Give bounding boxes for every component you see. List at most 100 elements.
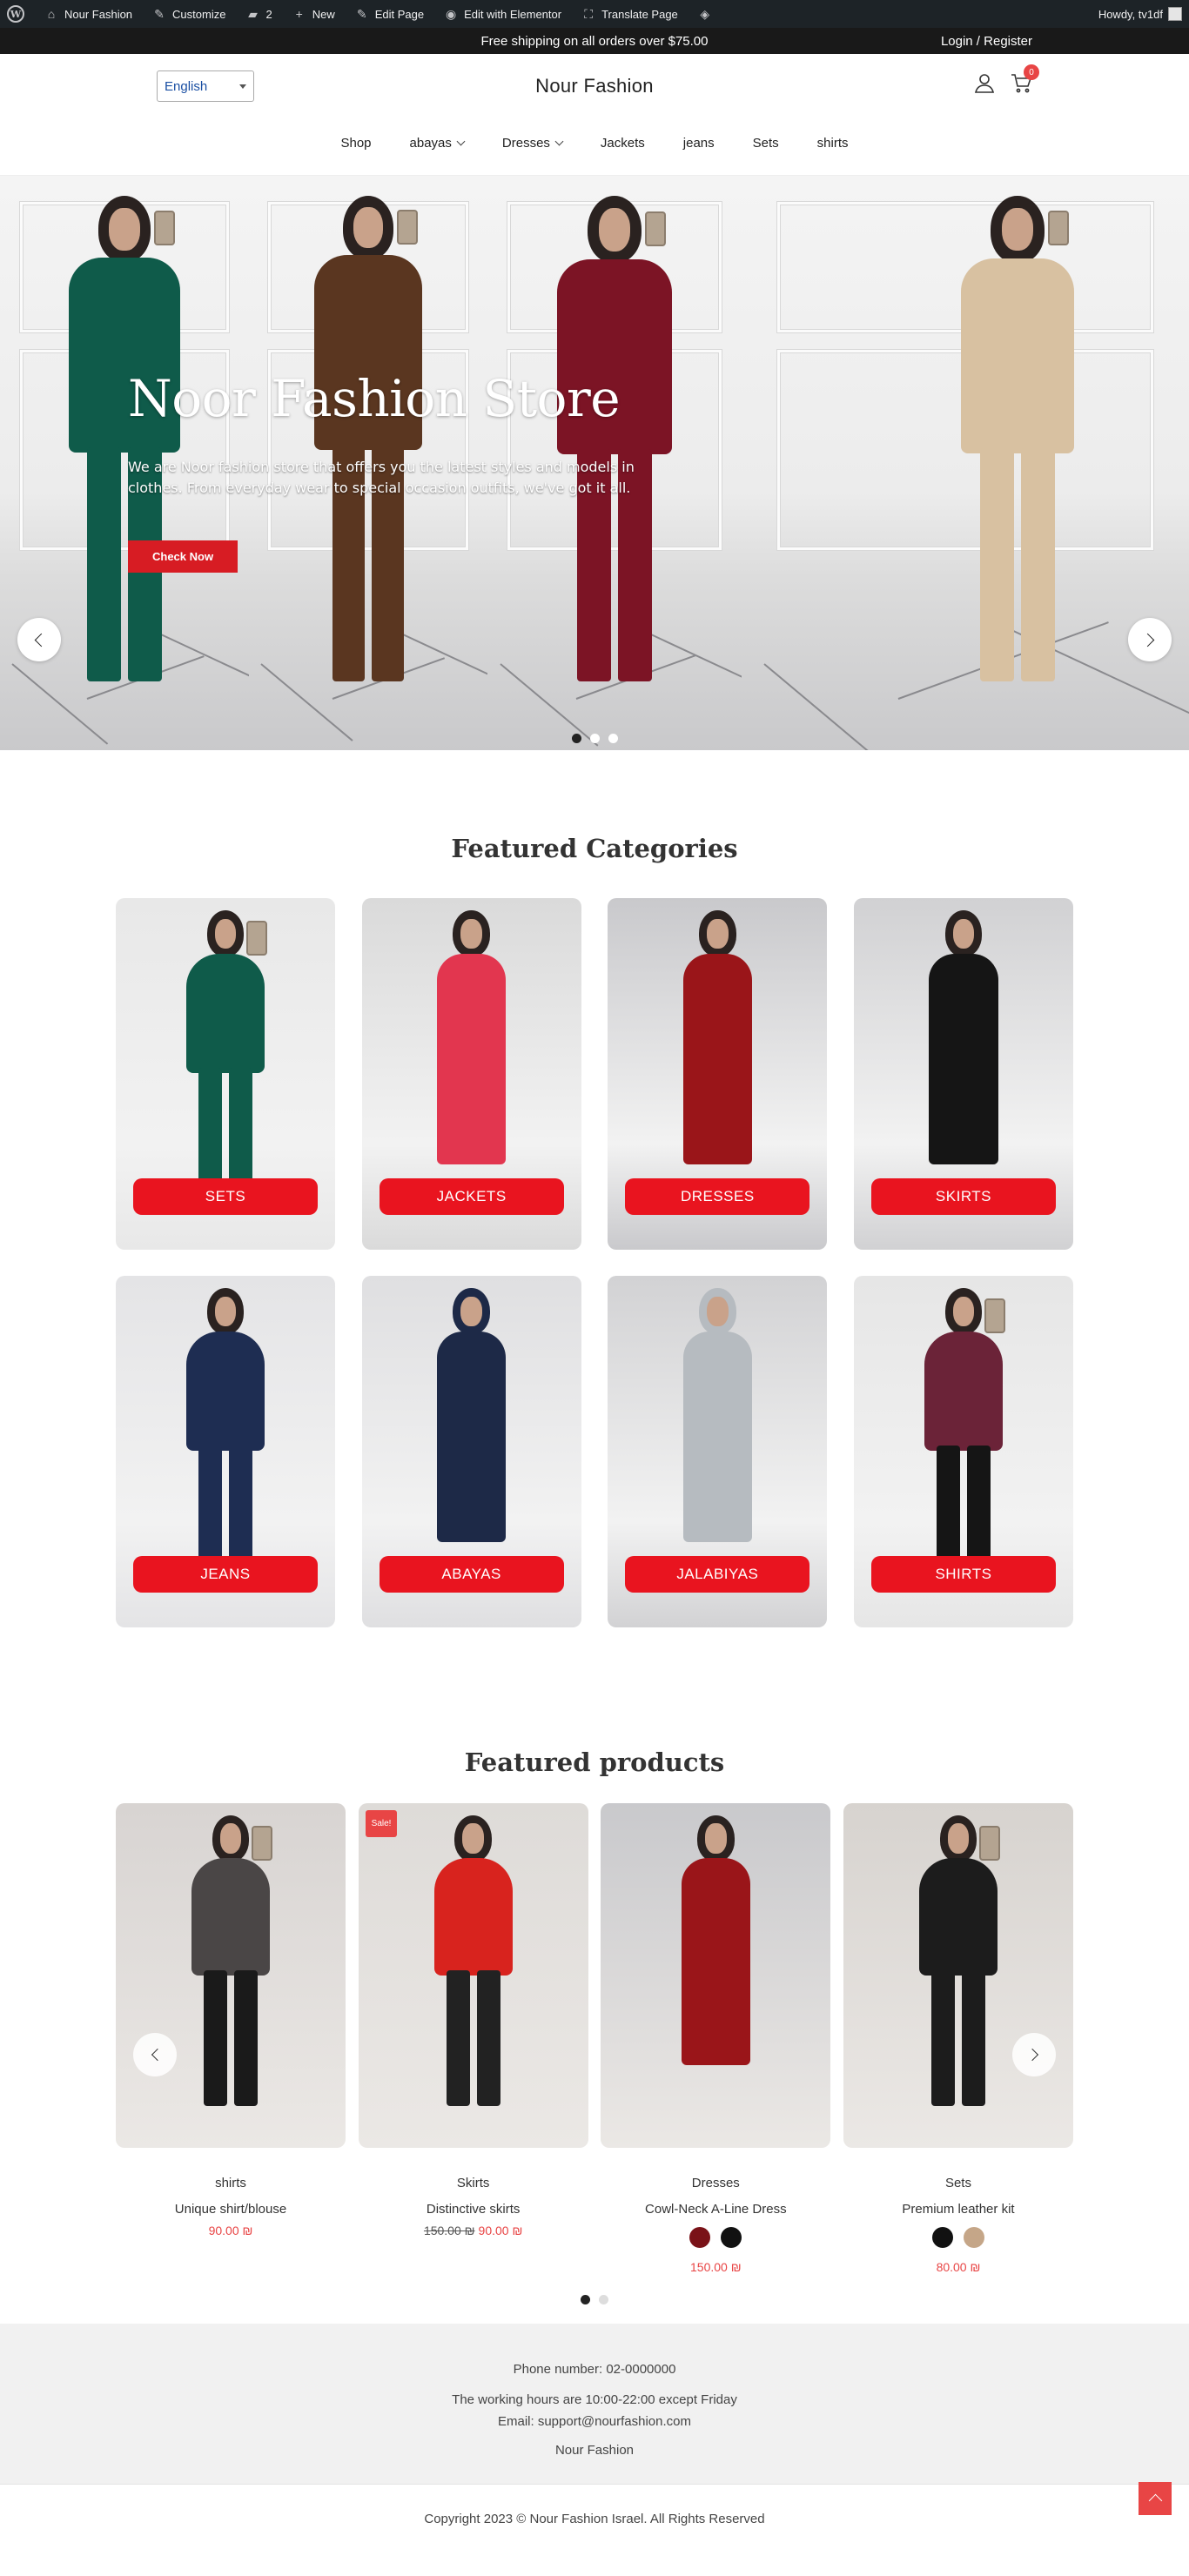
product-current-price: 150.00 ₪ <box>690 2260 742 2274</box>
product-name[interactable]: Distinctive skirts <box>359 2202 588 2217</box>
admin-site-name-label: Nour Fashion <box>64 7 133 21</box>
color-swatch[interactable] <box>689 2227 711 2248</box>
category-card-jalabiyas[interactable]: JALABIYAS <box>608 1276 828 1627</box>
nav-item-shop[interactable]: Shop <box>340 136 371 151</box>
elementor-icon: ◉ <box>445 6 457 21</box>
chevron-right-icon <box>1025 2048 1038 2062</box>
phone-icon <box>644 211 666 246</box>
category-card-dresses[interactable]: DRESSES <box>608 898 828 1250</box>
login-register-link[interactable]: Login / Register <box>941 28 1032 54</box>
model-face <box>707 1296 729 1326</box>
product-category[interactable]: Dresses <box>601 2176 830 2190</box>
admin-diamond[interactable]: ◈ <box>697 6 713 22</box>
product-category[interactable]: Sets <box>843 2176 1073 2190</box>
model-figure <box>637 1803 794 2148</box>
category-card-abayas[interactable]: ABAYAS <box>361 1276 581 1627</box>
product-image[interactable] <box>843 1803 1073 2148</box>
phone-icon <box>396 210 418 245</box>
hero-title: Noor Fashion Store <box>128 369 621 428</box>
nav-item-shirts[interactable]: shirts <box>817 136 849 151</box>
top-notice-bar: Free shipping on all orders over $75.00 … <box>0 28 1189 54</box>
chevron-up-icon <box>1148 2493 1162 2508</box>
model-outfit <box>682 1331 752 1543</box>
product-price: 90.00 ₪ <box>116 2224 346 2237</box>
footer-email[interactable]: Email: support@nourfashion.com <box>0 2411 1189 2432</box>
nav-item-sets[interactable]: Sets <box>753 136 779 151</box>
nav-item-label: jeans <box>682 136 715 151</box>
model-face <box>599 208 630 252</box>
nav-item-label: abayas <box>409 136 452 151</box>
admin-translate-page[interactable]: ⛶ Translate Page <box>581 6 678 22</box>
category-card-jeans[interactable]: JEANS <box>116 1276 335 1627</box>
category-card-skirts[interactable]: SKIRTS <box>853 898 1073 1250</box>
nav-item-jackets[interactable]: Jackets <box>601 136 645 151</box>
hero-prev-button[interactable] <box>17 618 61 661</box>
nav-item-dresses[interactable]: Dresses <box>502 136 564 151</box>
category-card-jackets[interactable]: JACKETS <box>361 898 581 1250</box>
chevron-left-icon <box>151 2048 164 2062</box>
product-name[interactable]: Premium leather kit <box>843 2202 1073 2217</box>
home-icon: ⌂ <box>47 7 56 21</box>
hero-dot[interactable] <box>589 734 600 743</box>
admin-howdy-label: Howdy, tv1df <box>1098 7 1163 21</box>
chevron-left-icon <box>34 633 49 647</box>
model-outfit <box>191 1858 270 1976</box>
admin-edit-page[interactable]: ✎ Edit Page <box>354 6 424 22</box>
product-image[interactable] <box>116 1803 346 2148</box>
phone-icon <box>154 211 176 246</box>
admin-site-name[interactable]: ⌂ Nour Fashion <box>44 6 132 22</box>
hero-dot[interactable] <box>608 734 618 743</box>
product-category[interactable]: Skirts <box>359 2176 588 2190</box>
admin-new[interactable]: + New <box>292 6 335 22</box>
nav-item-abayas[interactable]: abayas <box>409 136 466 151</box>
footer-hours: The working hours are 10:00-22:00 except… <box>452 2392 737 2407</box>
category-label: SHIRTS <box>870 1556 1056 1593</box>
hero-next-button[interactable] <box>1128 618 1172 661</box>
product-image[interactable]: Sale! <box>358 1803 588 2148</box>
hero-dot[interactable] <box>571 734 581 743</box>
model-face <box>952 1296 975 1326</box>
product-card[interactable]: Dresses Cowl-Neck A-Line Dress 150.00 ₪ <box>601 1803 831 2274</box>
model-figure <box>880 1803 1037 2148</box>
nav-item-jeans[interactable]: jeans <box>683 136 715 151</box>
product-price: 150.00 ₪ <box>601 2260 830 2274</box>
hero-panel <box>742 176 1189 750</box>
product-image[interactable] <box>601 1803 831 2148</box>
admin-comments[interactable]: ▰ 2 <box>245 6 272 22</box>
model-figure <box>904 176 1131 750</box>
admin-translate-page-label: Translate Page <box>601 7 678 21</box>
model-face <box>1002 207 1033 252</box>
product-card[interactable]: Sale! Skirts Distinctive skirts 150.00 ₪ 90.… <box>358 1803 588 2274</box>
admin-edit-elementor[interactable]: ◉ Edit with Elementor <box>443 6 561 22</box>
admin-account[interactable]: Howdy, tv1df <box>1098 7 1182 21</box>
model-leg <box>961 1970 985 2107</box>
category-card-shirts[interactable]: SHIRTS <box>853 1276 1073 1627</box>
product-name[interactable]: Unique shirt/blouse <box>116 2202 346 2217</box>
check-now-button[interactable]: Check Now <box>128 540 238 573</box>
model-face <box>952 918 975 949</box>
model-face <box>219 1823 242 1854</box>
products-next-button[interactable] <box>1012 2033 1056 2076</box>
header-icons: 0 <box>973 64 1039 98</box>
phone-icon <box>245 921 267 956</box>
products-dot[interactable] <box>599 2295 608 2304</box>
category-card-sets[interactable]: SETS <box>116 898 335 1250</box>
color-swatch[interactable] <box>721 2227 742 2248</box>
product-name[interactable]: Cowl-Neck A-Line Dress <box>601 2202 830 2217</box>
wp-logo-menu[interactable]: W <box>7 5 24 23</box>
color-swatches <box>601 2227 830 2248</box>
color-swatch[interactable] <box>931 2227 953 2248</box>
admin-customize[interactable]: ✎ Customize <box>151 6 225 22</box>
back-to-top-button[interactable] <box>1139 2482 1172 2515</box>
model-face <box>462 1823 484 1854</box>
user-icon[interactable] <box>973 71 996 98</box>
model-leg <box>1021 448 1055 681</box>
cart-button[interactable]: 0 <box>1010 64 1039 98</box>
featured-products-title: Featured products <box>464 1748 725 1777</box>
products-dot[interactable] <box>581 2295 590 2304</box>
product-category[interactable]: shirts <box>116 2176 346 2190</box>
products-prev-button[interactable] <box>133 2033 177 2076</box>
model-face <box>947 1823 970 1854</box>
color-swatch[interactable] <box>963 2227 984 2248</box>
footer-brand[interactable]: Nour Fashion <box>0 2439 1189 2461</box>
